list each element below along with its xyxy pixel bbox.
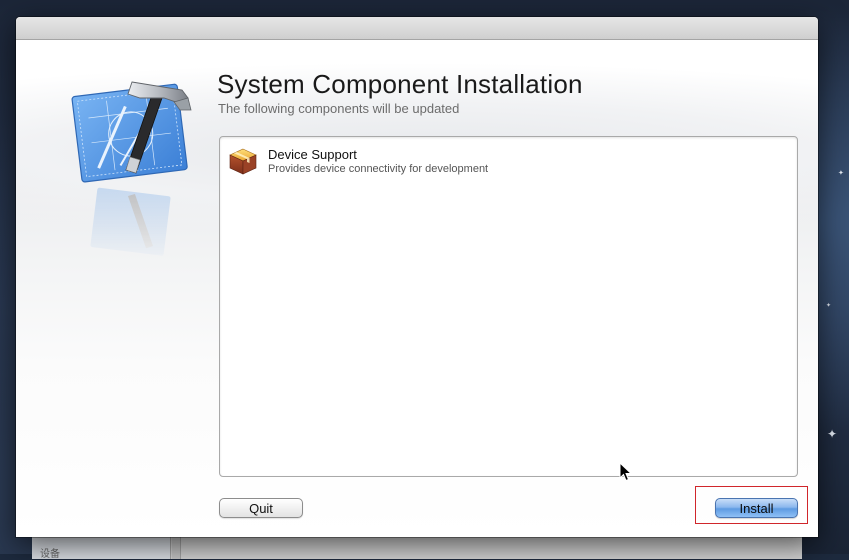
star-decoration: ✦ — [838, 170, 844, 177]
xcode-hammer-blueprint-icon — [71, 81, 192, 183]
app-icon-reflection — [90, 187, 171, 256]
component-list[interactable]: Device Support Provides device connectiv… — [219, 136, 798, 477]
component-name: Device Support — [268, 147, 357, 162]
quit-button[interactable]: Quit — [219, 498, 303, 518]
star-decoration: ✦ — [827, 427, 838, 441]
package-icon — [229, 148, 257, 175]
background-sidebar-label: 设备 — [40, 549, 60, 560]
install-button[interactable]: Install — [715, 498, 798, 518]
dialog-titlebar[interactable] — [16, 17, 818, 40]
star-decoration: ✦ — [826, 303, 832, 309]
list-item[interactable]: Device Support Provides device connectiv… — [228, 145, 788, 179]
installation-dialog: System Component Installation The follow… — [16, 17, 818, 537]
component-description: Provides device connectivity for develop… — [268, 163, 489, 175]
dialog-subtitle: The following components will be updated — [218, 101, 460, 116]
dialog-title: System Component Installation — [217, 69, 583, 99]
mouse-pointer-icon — [619, 462, 633, 482]
